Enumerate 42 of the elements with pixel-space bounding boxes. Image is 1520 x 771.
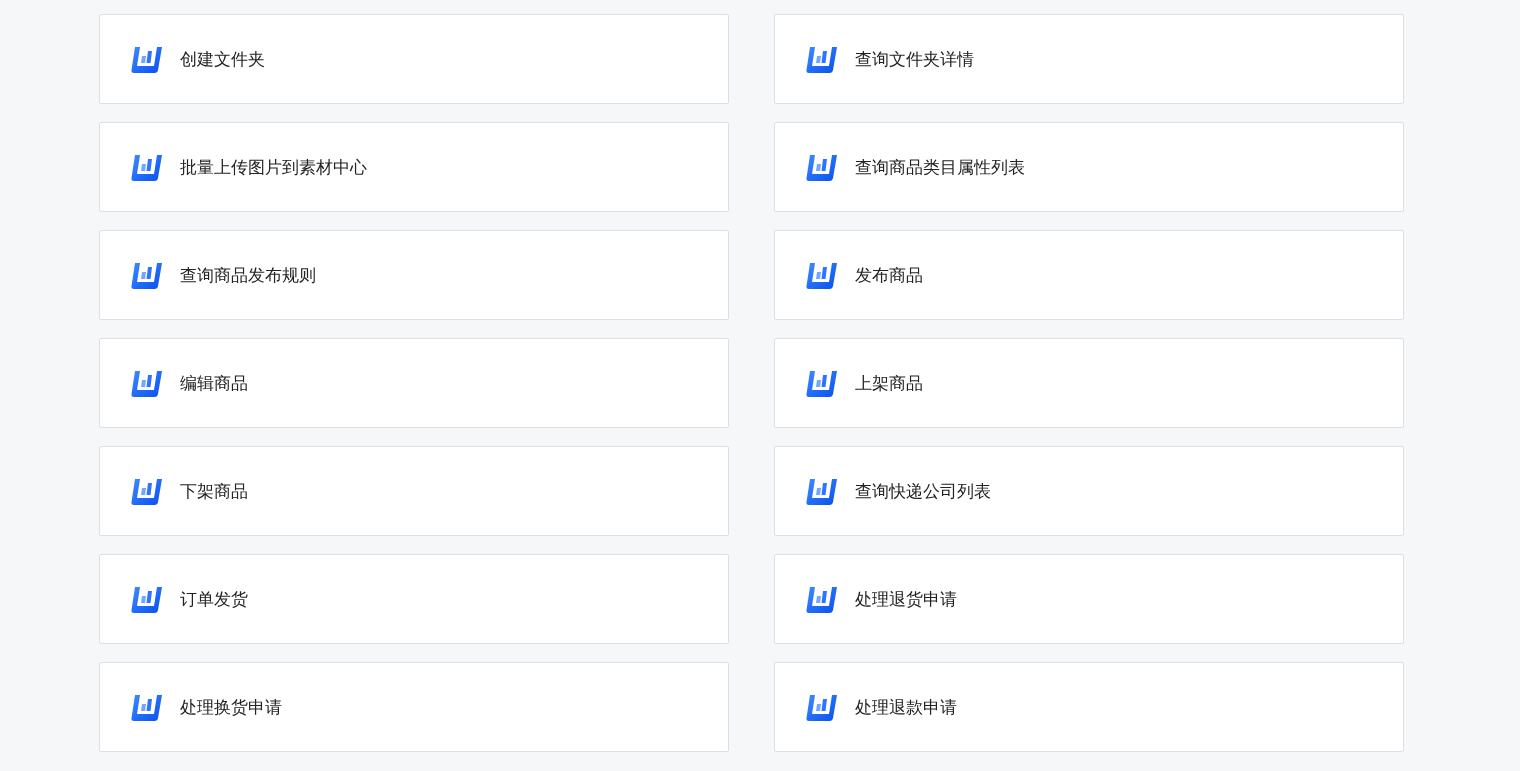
card-label: 发布商品 <box>855 263 923 287</box>
api-card[interactable]: 批量上传图片到素材中心 <box>99 122 729 212</box>
logo-icon <box>805 152 837 182</box>
card-label: 处理退货申请 <box>855 587 957 611</box>
logo-icon <box>130 584 162 614</box>
logo-icon <box>805 44 837 74</box>
card-label: 查询文件夹详情 <box>855 47 974 71</box>
api-card[interactable]: 编辑商品 <box>99 338 729 428</box>
api-card[interactable]: 查询商品发布规则 <box>99 230 729 320</box>
logo-icon <box>130 260 162 290</box>
card-label: 查询快递公司列表 <box>855 479 991 503</box>
api-card[interactable]: 订单发货 <box>99 554 729 644</box>
card-label: 编辑商品 <box>180 371 248 395</box>
card-label: 处理换货申请 <box>180 695 282 719</box>
logo-icon <box>130 152 162 182</box>
card-label: 订单发货 <box>180 587 248 611</box>
card-label: 创建文件夹 <box>180 47 265 71</box>
api-card[interactable]: 处理换货申请 <box>99 662 729 752</box>
logo-icon <box>130 692 162 722</box>
api-card[interactable]: 查询文件夹详情 <box>774 14 1404 104</box>
card-label: 下架商品 <box>180 479 248 503</box>
api-card[interactable]: 上架商品 <box>774 338 1404 428</box>
card-label: 处理退款申请 <box>855 695 957 719</box>
card-label: 查询商品类目属性列表 <box>855 155 1025 179</box>
api-card[interactable]: 发布商品 <box>774 230 1404 320</box>
logo-icon <box>805 584 837 614</box>
card-label: 查询商品发布规则 <box>180 263 316 287</box>
card-label: 批量上传图片到素材中心 <box>180 155 367 179</box>
logo-icon <box>805 692 837 722</box>
logo-icon <box>805 368 837 398</box>
logo-icon <box>130 368 162 398</box>
api-card[interactable]: 创建文件夹 <box>99 14 729 104</box>
api-card[interactable]: 处理退款申请 <box>774 662 1404 752</box>
api-card[interactable]: 查询快递公司列表 <box>774 446 1404 536</box>
api-card[interactable]: 处理退货申请 <box>774 554 1404 644</box>
api-card[interactable]: 下架商品 <box>99 446 729 536</box>
logo-icon <box>805 476 837 506</box>
logo-icon <box>130 44 162 74</box>
logo-icon <box>130 476 162 506</box>
logo-icon <box>805 260 837 290</box>
card-label: 上架商品 <box>855 371 923 395</box>
api-card[interactable]: 查询商品类目属性列表 <box>774 122 1404 212</box>
